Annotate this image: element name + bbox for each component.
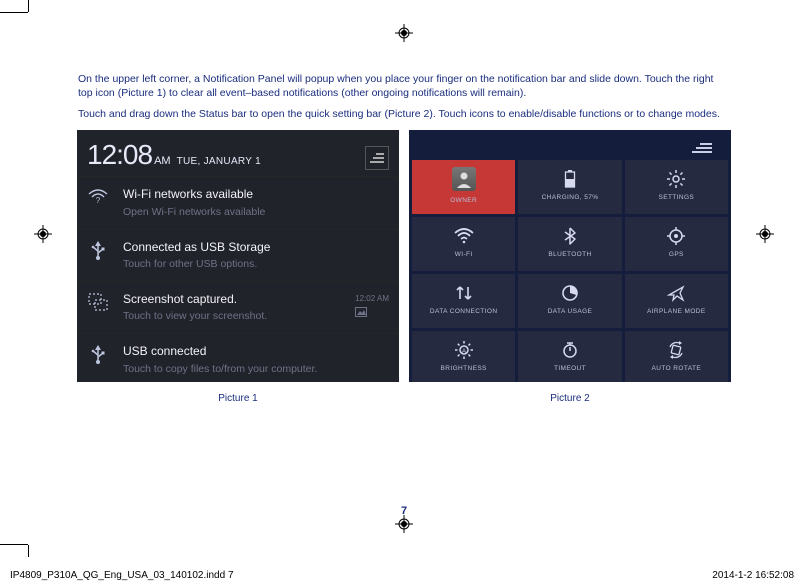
notification-item[interactable]: Connected as USB Storage Touch for other… [77,229,399,281]
stairs-icon [370,152,384,164]
tile-label: DATA USAGE [548,308,593,317]
tile-battery[interactable]: CHARGING, 57% [518,160,621,214]
tile-label: AUTO ROTATE [652,365,702,374]
page-number: 7 [0,505,808,517]
tile-label: OWNER [450,197,477,206]
notification-subtitle: Open Wi-Fi networks available [123,205,389,219]
tile-brightness[interactable]: A BRIGHTNESS [412,331,515,382]
notification-item[interactable]: Screenshot captured. Touch to view your … [77,281,399,333]
tile-label: AIRPLANE MODE [647,308,706,317]
quick-settings-grid: OWNER CHARGING, 57% SETT [409,160,731,382]
avatar-icon [452,167,476,191]
clock-ampm: AM [154,154,171,169]
notification-subtitle: Touch to copy files to/from your compute… [123,362,389,376]
notification-header: 12:08 AM TUE, JANUARY 1 [77,130,399,177]
figure-2: OWNER CHARGING, 57% SETT [409,130,731,406]
footer-timestamp: 2014-1-2 16:52:08 [712,570,794,581]
registration-mark-icon [395,24,413,42]
clear-notifications-button[interactable] [365,146,389,170]
tile-owner[interactable]: OWNER [412,160,515,214]
tile-label: BLUETOOTH [548,251,591,260]
data-usage-icon [561,284,579,302]
tile-label: TIMEOUT [554,365,586,374]
figure-1: 12:08 AM TUE, JANUARY 1 ? [77,130,399,406]
battery-icon [564,170,576,188]
usb-icon [83,343,113,365]
figures-row: 12:08 AM TUE, JANUARY 1 ? [78,130,730,406]
tile-data-connection[interactable]: DATA CONNECTION [412,274,515,328]
usb-icon [83,239,113,261]
notification-title: USB connected [123,343,389,359]
tile-bluetooth[interactable]: BLUETOOTH [518,217,621,271]
data-connection-icon [455,284,473,302]
notification-item[interactable]: ? Wi-Fi networks available Open Wi-Fi ne… [77,176,399,228]
tile-label: SETTINGS [658,194,694,203]
svg-text:A: A [462,349,466,355]
crop-mark [0,544,28,545]
notification-time: 12:02 AM [355,294,389,305]
picture-thumb-icon [355,307,389,317]
tile-label: GPS [669,251,684,260]
body-content: On the upper left corner, a Notification… [78,72,730,405]
notification-title: Connected as USB Storage [123,239,389,255]
notification-panel: 12:08 AM TUE, JANUARY 1 ? [77,130,399,382]
crop-mark [28,545,29,557]
clock-time: 12:08 [87,136,152,174]
clock-date: TUE, JANUARY 1 [177,155,261,169]
gear-icon [667,170,685,188]
tile-airplane-mode[interactable]: AIRPLANE MODE [625,274,728,328]
tile-auto-rotate[interactable]: AUTO ROTATE [625,331,728,382]
tile-label: DATA CONNECTION [430,308,498,317]
notification-title: Screenshot captured. [123,291,345,307]
figure-caption: Picture 1 [218,392,257,406]
tile-label: WI-FI [455,251,473,260]
tile-timeout[interactable]: TIMEOUT [518,331,621,382]
notification-title: Wi-Fi networks available [123,186,389,202]
crop-mark [0,12,28,13]
tile-label: BRIGHTNESS [441,365,487,374]
tile-wifi[interactable]: WI-FI [412,217,515,271]
footer-filename: IP4809_P310A_QG_Eng_USA_03_140102.indd 7 [10,570,234,581]
tile-label: CHARGING, 57% [542,194,599,203]
notification-item[interactable]: USB connected Touch to copy files to/fro… [77,333,399,381]
clear-notifications-button[interactable] [687,140,717,156]
registration-mark-icon [756,225,774,243]
figure-caption: Picture 2 [550,392,589,406]
airplane-icon [667,284,685,302]
wifi-question-icon: ? [83,186,113,204]
footer: IP4809_P310A_QG_Eng_USA_03_140102.indd 7… [10,570,794,581]
registration-mark-icon [395,515,413,533]
screenshot-icon [83,291,113,311]
notification-subtitle: Touch for other USB options. [123,257,389,271]
svg-text:?: ? [96,196,101,204]
notification-subtitle: Touch to view your screenshot. [123,309,345,323]
bluetooth-icon [564,227,576,245]
quick-settings-panel: OWNER CHARGING, 57% SETT [409,130,731,382]
paragraph-2: Touch and drag down the Status bar to op… [78,107,730,121]
timeout-icon [562,341,578,359]
registration-mark-icon [34,225,52,243]
tile-data-usage[interactable]: DATA USAGE [518,274,621,328]
tile-gps[interactable]: GPS [625,217,728,271]
tile-settings[interactable]: SETTINGS [625,160,728,214]
wifi-icon [454,227,474,245]
auto-rotate-icon [667,341,685,359]
gps-icon [667,227,685,245]
crop-mark [28,0,29,12]
brightness-icon: A [455,341,473,359]
paragraph-1: On the upper left corner, a Notification… [78,72,730,100]
